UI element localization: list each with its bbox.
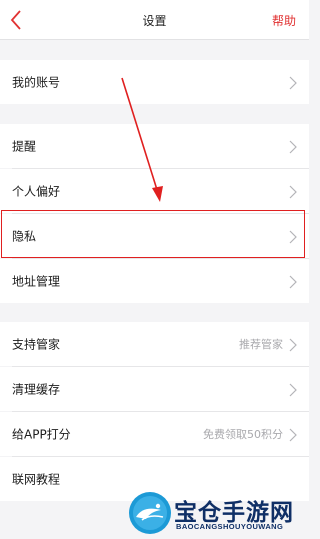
row-label: 我的账号	[12, 75, 61, 90]
help-button[interactable]: 帮助	[272, 12, 296, 29]
row-label: 清理缓存	[12, 382, 61, 397]
chevron-right-icon	[289, 75, 297, 90]
row-label: 支持管家	[12, 337, 61, 352]
watermark-logo-icon	[129, 492, 171, 534]
chevron-right-icon	[289, 382, 297, 397]
page-title: 设置	[142, 14, 167, 28]
row-label: 隐私	[12, 229, 37, 244]
nav-bar: 设置 帮助	[0, 0, 309, 40]
row-label: 给APP打分	[12, 427, 71, 442]
chevron-right-icon	[289, 184, 297, 199]
row-label: 提醒	[12, 139, 37, 154]
chevron-right-icon	[289, 337, 297, 352]
back-chevron-icon[interactable]	[7, 8, 27, 32]
settings-page: 设置 帮助 我的账号 提醒 个人偏好 隐私 地址管理 支持管家 推荐管家 清理缓…	[0, 0, 309, 539]
watermark-subtitle: BAOCANGSHOUYOUWANG	[176, 522, 284, 531]
row-value: 免费领取50积分	[203, 428, 283, 441]
chevron-right-icon	[289, 427, 297, 442]
chevron-right-icon	[289, 274, 297, 289]
row-label: 联网教程	[12, 472, 61, 487]
row-preferences[interactable]: 个人偏好	[0, 169, 309, 213]
row-label: 个人偏好	[12, 184, 61, 199]
row-clear-cache[interactable]: 清理缓存	[0, 367, 309, 411]
row-value: 推荐管家	[239, 338, 283, 351]
row-my-account[interactable]: 我的账号	[0, 60, 309, 104]
row-privacy[interactable]: 隐私	[0, 214, 309, 258]
row-support-butler[interactable]: 支持管家 推荐管家	[0, 322, 309, 366]
row-label: 地址管理	[12, 274, 61, 289]
chevron-right-icon	[289, 139, 297, 154]
row-reminders[interactable]: 提醒	[0, 124, 309, 168]
row-address-management[interactable]: 地址管理	[0, 259, 309, 303]
chevron-right-icon	[289, 229, 297, 244]
row-rate-app[interactable]: 给APP打分 免费领取50积分	[0, 412, 309, 456]
